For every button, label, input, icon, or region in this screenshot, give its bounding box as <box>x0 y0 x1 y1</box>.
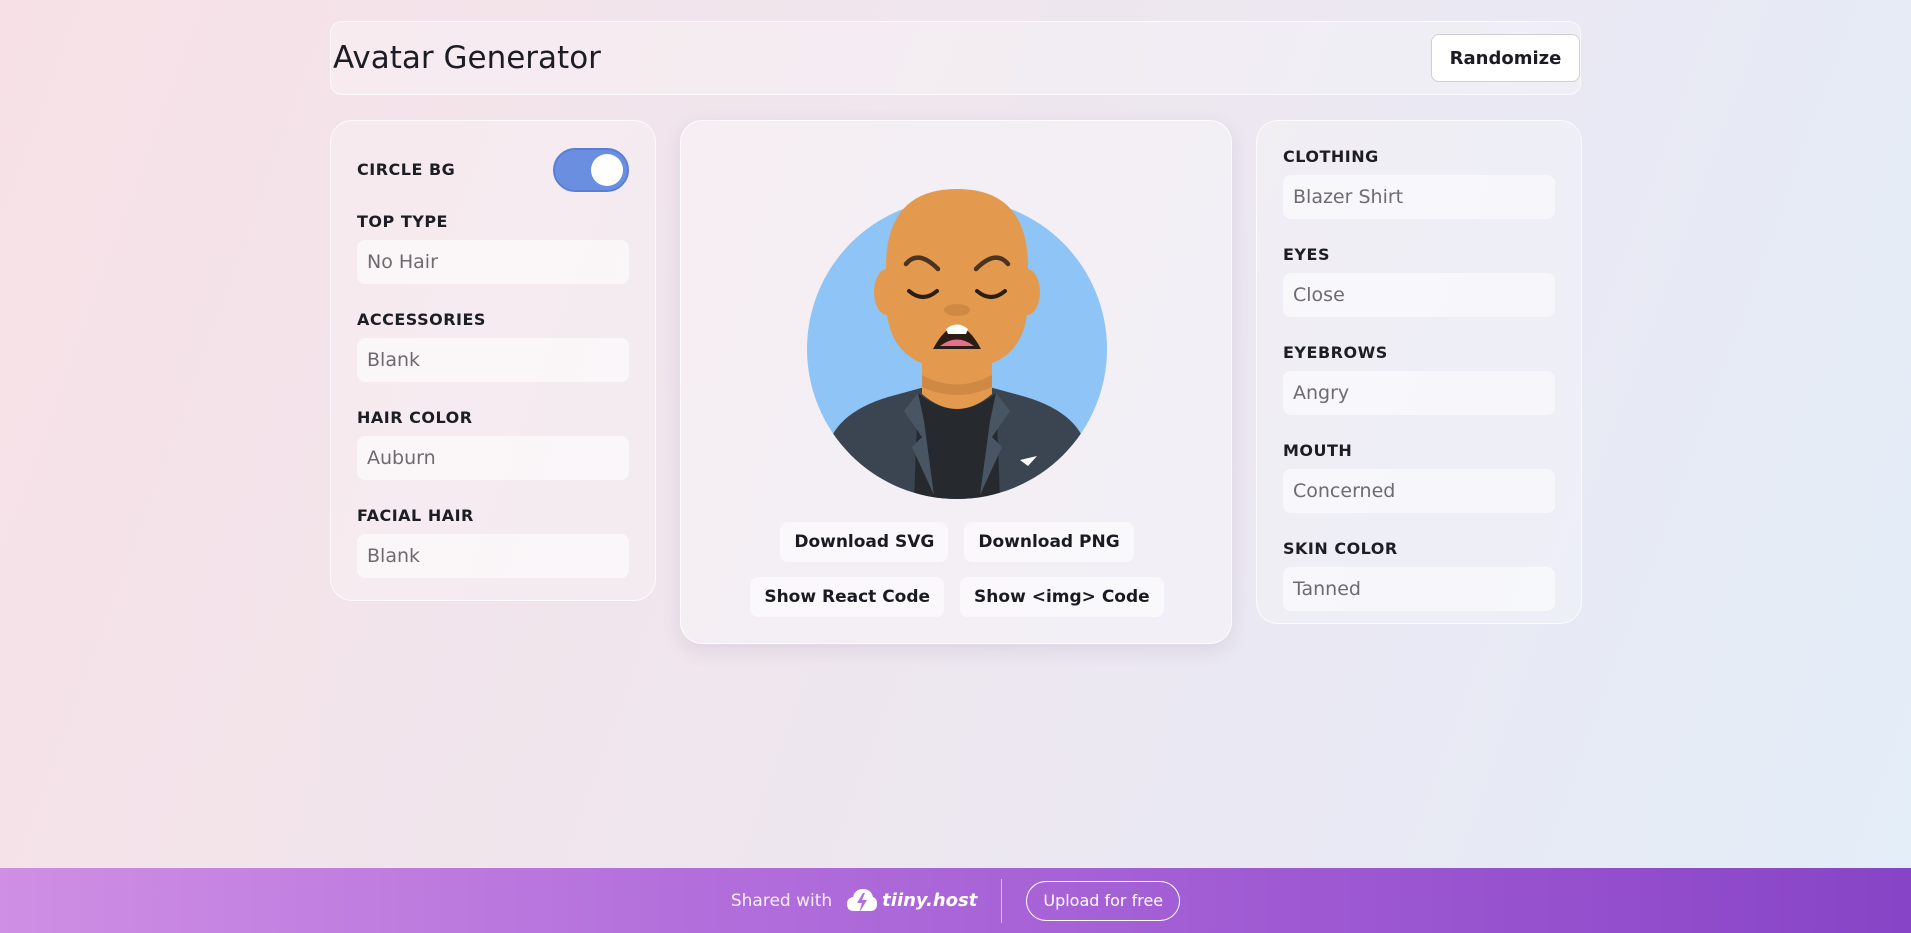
show-img-code-button[interactable]: Show <img> Code <box>960 577 1164 617</box>
clothing-field: CLOTHING Blazer Shirt <box>1283 147 1555 219</box>
eyes-field: EYES Close <box>1283 245 1555 317</box>
circle-bg-row: CIRCLE BG <box>357 147 629 193</box>
clothing-label: CLOTHING <box>1283 147 1379 166</box>
right-options-panel: CLOTHING Blazer Shirt EYES Close EYEBROW… <box>1256 120 1582 624</box>
cloud-lightning-icon <box>847 888 878 913</box>
accessories-field: ACCESSORIES Blank <box>357 310 629 382</box>
tiiny-host-logo[interactable]: tiiny.host <box>846 886 977 916</box>
eyes-label: EYES <box>1283 245 1330 264</box>
download-svg-button[interactable]: Download SVG <box>780 522 949 562</box>
facial-hair-field: FACIAL HAIR Blank <box>357 506 629 578</box>
skin-color-label: SKIN COLOR <box>1283 539 1398 558</box>
circle-bg-toggle[interactable] <box>553 148 629 192</box>
circle-bg-label: CIRCLE BG <box>357 160 456 179</box>
top-type-field: TOP TYPE No Hair <box>357 212 629 284</box>
randomize-button[interactable]: Randomize <box>1431 34 1580 82</box>
footer-divider <box>1001 878 1003 923</box>
mouth-label: MOUTH <box>1283 441 1353 460</box>
avatar-nose <box>944 304 970 316</box>
top-type-label: TOP TYPE <box>357 212 448 231</box>
hair-color-label: HAIR COLOR <box>357 408 473 427</box>
accessories-select[interactable]: Blank <box>357 338 629 382</box>
header-bar: Avatar Generator Randomize <box>330 21 1581 95</box>
download-button-row: Download SVG Download PNG <box>681 522 1233 562</box>
hair-color-select[interactable]: Auburn <box>357 436 629 480</box>
code-button-row: Show React Code Show <img> Code <box>681 577 1233 617</box>
upload-for-free-button[interactable]: Upload for free <box>1026 880 1181 921</box>
skin-color-field: SKIN COLOR Tanned <box>1283 539 1555 611</box>
clothing-select[interactable]: Blazer Shirt <box>1283 175 1555 219</box>
footer-banner: Shared with tiiny.host Upload for free <box>0 868 1911 933</box>
left-options-panel: CIRCLE BG TOP TYPE No Hair ACCESSORIES B… <box>330 120 656 601</box>
download-png-button[interactable]: Download PNG <box>964 522 1134 562</box>
accessories-label: ACCESSORIES <box>357 310 486 329</box>
mouth-field: MOUTH Concerned <box>1283 441 1555 513</box>
page-title: Avatar Generator <box>333 40 601 76</box>
top-type-select[interactable]: No Hair <box>357 240 629 284</box>
avatar-preview-panel: Download SVG Download PNG Show React Cod… <box>680 120 1232 644</box>
hair-color-field: HAIR COLOR Auburn <box>357 408 629 480</box>
eyebrows-select[interactable]: Angry <box>1283 371 1555 415</box>
eyebrows-label: EYEBROWS <box>1283 343 1388 362</box>
shared-with-text: Shared with <box>730 890 833 911</box>
toggle-knob <box>591 154 623 186</box>
show-react-code-button[interactable]: Show React Code <box>750 577 945 617</box>
mouth-select[interactable]: Concerned <box>1283 469 1555 513</box>
skin-color-select[interactable]: Tanned <box>1283 567 1555 611</box>
facial-hair-label: FACIAL HAIR <box>357 506 474 525</box>
avatar-illustration <box>807 189 1107 499</box>
eyebrows-field: EYEBROWS Angry <box>1283 343 1555 415</box>
avatar-preview <box>806 189 1108 499</box>
eyes-select[interactable]: Close <box>1283 273 1555 317</box>
facial-hair-select[interactable]: Blank <box>357 534 629 578</box>
tiiny-host-brand: tiiny.host <box>882 890 978 911</box>
